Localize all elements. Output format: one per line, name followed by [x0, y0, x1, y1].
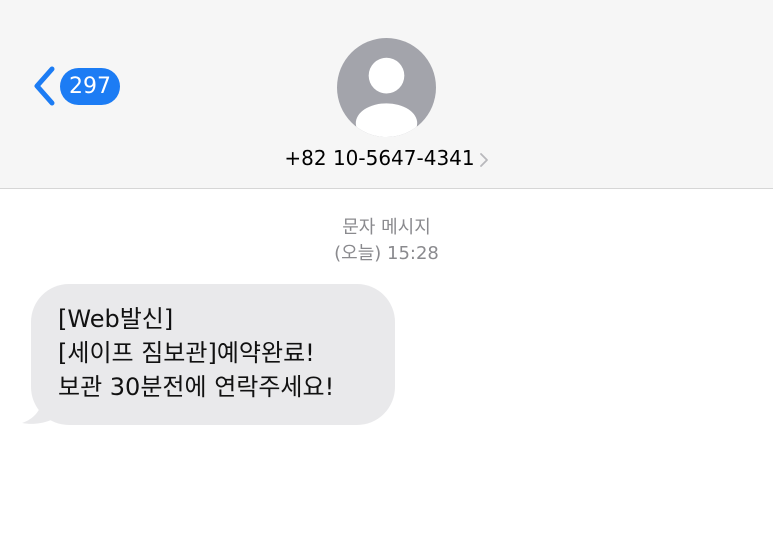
message-timestamp: (오늘) 15:28 — [334, 243, 439, 264]
message-line: 보관 30분전에 연락주세요! — [58, 373, 335, 401]
person-avatar-icon[interactable] — [337, 38, 436, 137]
incoming-message-bubble[interactable]: [Web발신] [세이프 짐보관]예약완료! 보관 30분전에 연락주세요! — [20, 284, 400, 430]
conversation-header: 297 +82 10-5647-4341 — [0, 0, 773, 189]
message-line: [세이프 짐보관]예약완료! — [58, 339, 315, 367]
back-button[interactable]: 297 — [30, 64, 120, 108]
chevron-right-icon — [479, 152, 488, 167]
message-line: [Web발신] — [58, 305, 174, 333]
message-text: [Web발신] [세이프 짐보관]예약완료! 보관 30분전에 연락주세요! — [58, 302, 334, 404]
unread-count-badge: 297 — [60, 67, 120, 105]
contact-number: +82 10-5647-4341 — [284, 146, 475, 170]
message-type-label: 문자 메시지 — [342, 217, 431, 238]
contact-details-button[interactable]: +82 10-5647-4341 — [0, 144, 773, 172]
chevron-left-icon — [34, 66, 55, 106]
